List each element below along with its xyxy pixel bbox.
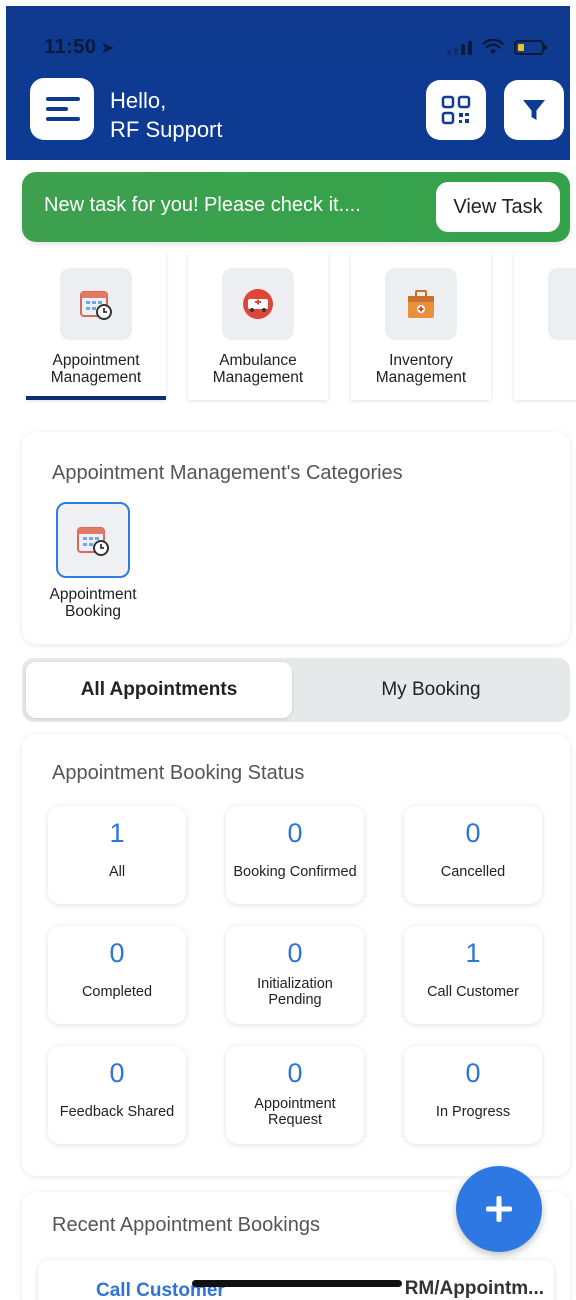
status-count: 0	[287, 938, 303, 968]
battery-icon	[514, 39, 547, 55]
module-label: La	[514, 362, 576, 379]
recent-bookings-title: Recent Appointment Bookings	[52, 1214, 320, 1236]
menu-button[interactable]	[30, 78, 94, 140]
module-ambulance-management[interactable]: Ambulance Management	[188, 252, 328, 400]
categories-card: Appointment Management's Categories Appo…	[22, 432, 570, 644]
calendar-clock-icon	[77, 527, 109, 556]
hamburger-icon	[46, 97, 80, 101]
status-label: Completed	[81, 984, 153, 1000]
status-count: 0	[287, 1058, 303, 1088]
status-label: Cancelled	[440, 864, 506, 880]
status-all[interactable]: 1 All	[48, 806, 186, 904]
user-name: RF Support	[110, 117, 223, 142]
task-banner: New task for you! Please check it.... Vi…	[22, 172, 570, 242]
module-carousel[interactable]: Appointment Management Ambulance Managemen…	[26, 252, 576, 404]
module-label: Inventory Management	[375, 352, 467, 386]
filter-icon	[523, 100, 545, 120]
ambulance-icon	[222, 268, 294, 340]
status-count: 0	[109, 1058, 125, 1088]
status-cancelled[interactable]: 0 Cancelled	[404, 806, 542, 904]
greeting: Hello, RF Support	[110, 86, 223, 144]
module-icon	[548, 268, 576, 340]
greeting-hello: Hello,	[110, 88, 167, 113]
plus-icon	[486, 1196, 512, 1222]
module-label: Appointment Management	[50, 352, 142, 386]
category-label: Appointment Booking	[49, 586, 137, 620]
status-count: 1	[109, 818, 125, 848]
filter-button[interactable]	[504, 80, 564, 140]
status-feedback-shared[interactable]: 0 Feedback Shared	[48, 1046, 186, 1144]
status-count: 0	[287, 818, 303, 848]
status-label: Feedback Shared	[59, 1104, 175, 1120]
status-completed[interactable]: 0 Completed	[48, 926, 186, 1024]
tab-my-booking[interactable]: My Booking	[296, 662, 566, 718]
status-label: Initialization Pending	[257, 976, 333, 1008]
location-arrow-icon: ➤	[100, 40, 115, 57]
status-label: Appointment Request	[254, 1096, 336, 1128]
module-partial[interactable]: La	[514, 252, 576, 400]
booking-id: RM/Appointm...	[404, 1278, 544, 1299]
booking-status-title: Appointment Booking Status	[52, 762, 305, 784]
wifi-icon	[482, 39, 504, 54]
status-appointment-request[interactable]: 0 Appointment Request	[226, 1046, 364, 1144]
status-icons	[447, 39, 547, 55]
qr-scan-button[interactable]	[426, 80, 486, 140]
add-booking-button[interactable]	[456, 1166, 542, 1252]
qr-code-icon	[441, 95, 471, 125]
status-call-customer[interactable]: 1 Call Customer	[404, 926, 542, 1024]
module-inventory-management[interactable]: Inventory Management	[351, 252, 491, 400]
module-label: Ambulance Management	[212, 352, 304, 386]
status-count: 0	[109, 938, 125, 968]
signal-icon	[447, 39, 472, 55]
status-time-text: 11:50	[44, 36, 97, 58]
tab-all-appointments[interactable]: All Appointments	[26, 662, 292, 718]
calendar-clock-icon	[60, 268, 132, 340]
module-appointment-management[interactable]: Appointment Management	[26, 252, 166, 400]
status-label: In Progress	[435, 1104, 511, 1120]
status-in-progress[interactable]: 0 In Progress	[404, 1046, 542, 1144]
app-header: 11:50 ➤ Hello, RF Support	[6, 6, 570, 160]
home-indicator[interactable]	[192, 1280, 402, 1287]
booking-status-card: Appointment Booking Status 1 All 0 Booki…	[22, 734, 570, 1176]
status-count: 1	[465, 938, 481, 968]
category-appointment-booking[interactable]	[56, 502, 130, 578]
status-time: 11:50 ➤	[44, 36, 114, 59]
inventory-box-icon	[385, 268, 457, 340]
status-count: 0	[465, 1058, 481, 1088]
status-booking-confirmed[interactable]: 0 Booking Confirmed	[226, 806, 364, 904]
status-label: Booking Confirmed	[233, 864, 357, 880]
status-label: All	[108, 864, 126, 880]
task-banner-text: New task for you! Please check it....	[44, 194, 361, 216]
status-label: Call Customer	[427, 984, 519, 1000]
status-initialization-pending[interactable]: 0 Initialization Pending	[226, 926, 364, 1024]
status-count: 0	[465, 818, 481, 848]
categories-title: Appointment Management's Categories	[52, 462, 403, 484]
appointment-tabs: All Appointments My Booking	[22, 658, 570, 722]
view-task-button[interactable]: View Task	[436, 182, 560, 232]
